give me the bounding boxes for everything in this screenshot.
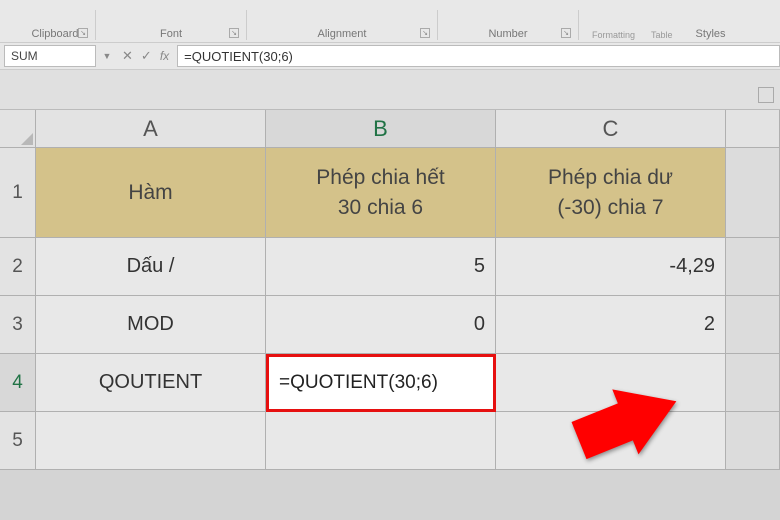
formula-input[interactable]: =QUOTIENT(30;6) <box>177 45 780 67</box>
ribbon-group-alignment: Alignment <box>318 28 367 40</box>
formatting-hint: Formatting <box>592 30 635 40</box>
row-header-3[interactable]: 3 <box>0 296 36 354</box>
cell-b1[interactable]: Phép chia hết 30 chia 6 <box>266 148 496 238</box>
formula-text: =QUOTIENT(30;6) <box>184 49 293 64</box>
cell-d3[interactable] <box>726 296 780 354</box>
dialog-launcher-icon[interactable]: ↘ <box>420 28 430 38</box>
cell-c3[interactable]: 2 <box>496 296 726 354</box>
row-header-2[interactable]: 2 <box>0 238 36 296</box>
insert-function-icon[interactable]: fx <box>160 49 169 63</box>
dialog-launcher-icon[interactable]: ↘ <box>78 28 88 38</box>
cell-d2[interactable] <box>726 238 780 296</box>
row-header-1[interactable]: 1 <box>0 148 36 238</box>
cell-d4[interactable] <box>726 354 780 412</box>
row-header-4[interactable]: 4 <box>0 354 36 412</box>
cell-a5[interactable] <box>36 412 266 470</box>
dialog-launcher-icon[interactable]: ↘ <box>229 28 239 38</box>
cell-b5[interactable] <box>266 412 496 470</box>
ribbon-group-number: Number <box>488 28 527 40</box>
formula-cancel-icon[interactable]: ✕ <box>122 48 133 64</box>
name-box[interactable]: SUM <box>4 45 96 67</box>
ribbon-group-font: Font <box>160 28 182 40</box>
cell-a1[interactable]: Hàm <box>36 148 266 238</box>
formula-bar-expand[interactable] <box>0 70 780 110</box>
formula-enter-icon[interactable]: ✓ <box>141 48 152 64</box>
annotation-arrow-icon <box>565 380 695 465</box>
row-header-5[interactable]: 5 <box>0 412 36 470</box>
column-header-c[interactable]: C <box>496 110 726 148</box>
column-header-d[interactable] <box>726 110 780 148</box>
table-hint: Table <box>651 30 673 40</box>
cell-b3[interactable]: 0 <box>266 296 496 354</box>
cell-b4-editing[interactable]: =QUOTIENT(30;6) <box>266 354 496 412</box>
name-box-value: SUM <box>11 49 38 63</box>
cell-b2[interactable]: 5 <box>266 238 496 296</box>
dialog-launcher-icon[interactable]: ↘ <box>561 28 571 38</box>
ribbon-group-labels: Clipboard ↘ Font ↘ Alignment ↘ Number ↘ … <box>0 0 780 42</box>
select-all-corner[interactable] <box>0 110 36 148</box>
cell-a2[interactable]: Dấu / <box>36 238 266 296</box>
formula-bar: SUM ▼ ✕ ✓ fx =QUOTIENT(30;6) <box>0 42 780 70</box>
cell-c2[interactable]: -4,29 <box>496 238 726 296</box>
cell-c1[interactable]: Phép chia dư (-30) chia 7 <box>496 148 726 238</box>
cell-a4[interactable]: QOUTIENT <box>36 354 266 412</box>
column-header-b[interactable]: B <box>266 110 496 148</box>
cell-d1[interactable] <box>726 148 780 238</box>
ribbon-group-clipboard: Clipboard <box>31 28 78 40</box>
name-box-dropdown-icon[interactable]: ▼ <box>100 51 114 61</box>
column-header-a[interactable]: A <box>36 110 266 148</box>
cell-a3[interactable]: MOD <box>36 296 266 354</box>
cell-d5[interactable] <box>726 412 780 470</box>
ribbon-group-styles: Styles <box>696 28 726 40</box>
